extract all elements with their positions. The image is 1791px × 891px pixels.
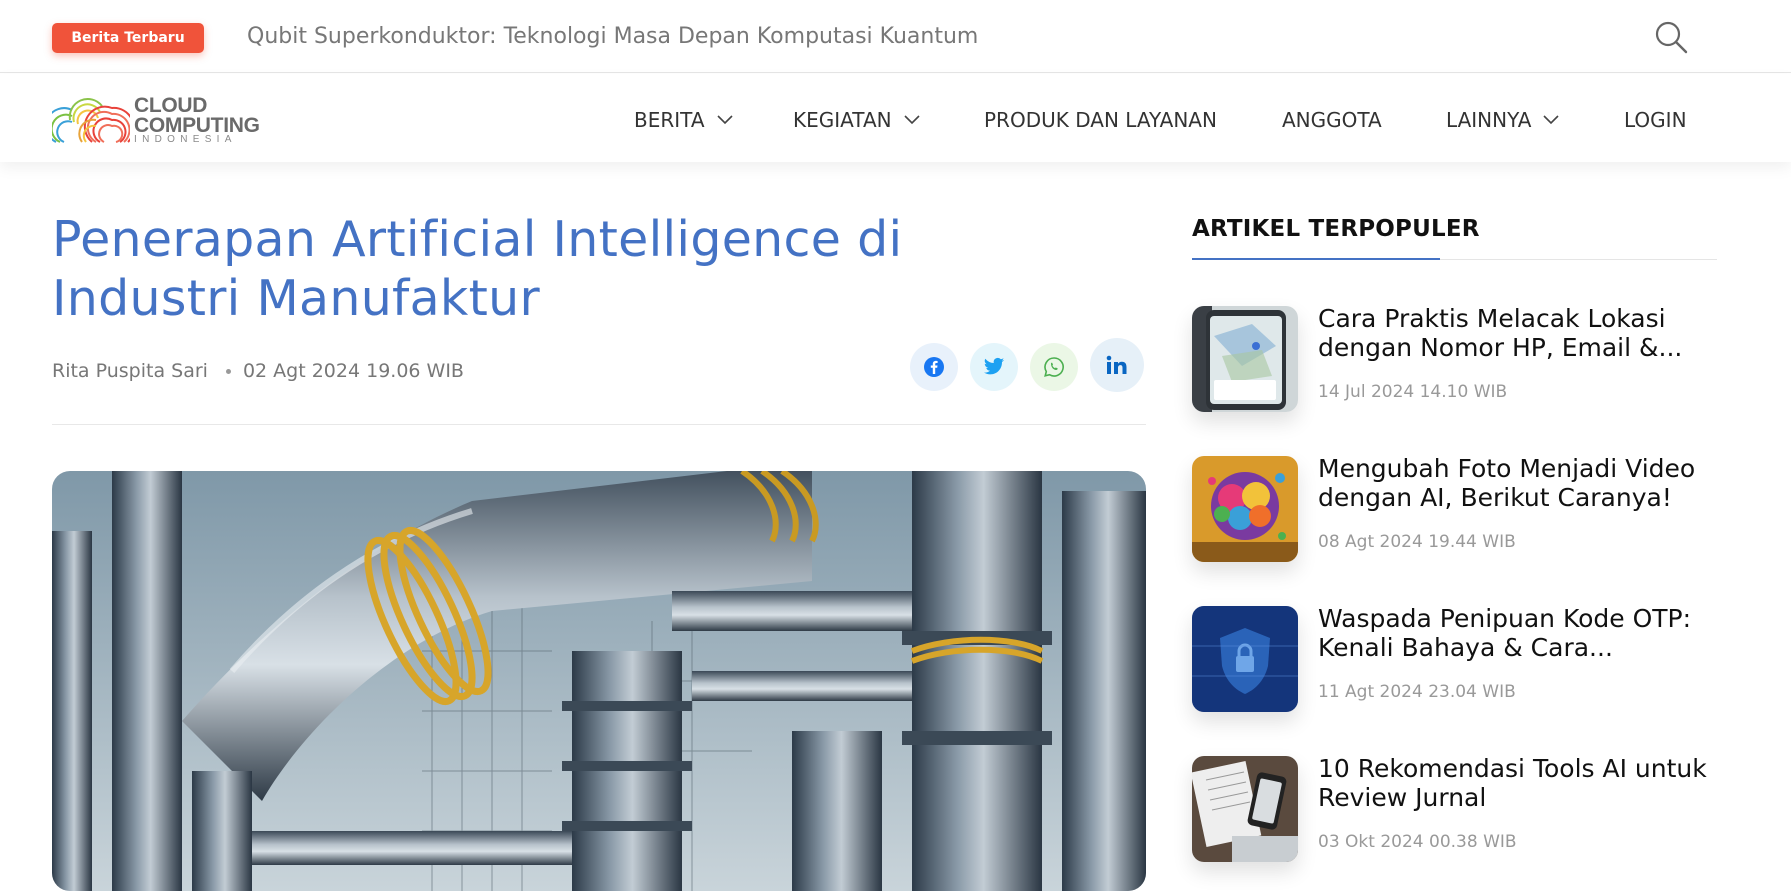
popular-article-title[interactable]: Waspada Penipuan Kode OTP: Kenali Bahaya… (1318, 604, 1718, 662)
latest-news-badge[interactable]: Berita Terbaru (52, 23, 204, 53)
share-whatsapp-button[interactable] (1030, 343, 1078, 391)
nav-label: ANGGOTA (1282, 108, 1382, 132)
article-thumbnail[interactable] (1192, 456, 1298, 562)
nav-label: PRODUK DAN LAYANAN (984, 108, 1217, 132)
nav-item-kegiatan[interactable]: KEGIATAN (793, 108, 920, 132)
popular-article-title[interactable]: Mengubah Foto Menjadi Video dengan AI, B… (1318, 454, 1718, 512)
popular-article-date: 14 Jul 2024 14.10 WIB (1318, 382, 1508, 402)
nav-item-login[interactable]: LOGIN (1624, 108, 1687, 132)
popular-article-title[interactable]: Cara Praktis Melacak Lokasi dengan Nomor… (1318, 304, 1718, 362)
article-thumbnail[interactable] (1192, 606, 1298, 712)
main-navbar: CLOUD COMPUTING INDONESIA BERITA KEGIATA… (0, 74, 1791, 162)
article-meta: Rita Puspita Sari 02 Agt 2024 19.06 WIB (52, 358, 464, 384)
meta-separator (225, 369, 231, 374)
logo-text: CLOUD COMPUTING (134, 94, 260, 137)
news-ticker[interactable]: Qubit Superkonduktor: Teknologi Masa Dep… (247, 22, 978, 52)
industrial-pipes-illustration (52, 471, 1146, 891)
desk-papers-thumbnail (1192, 756, 1298, 862)
search-icon[interactable] (1654, 20, 1688, 54)
article-title: Penerapan Artificial Intelligence di Ind… (52, 211, 903, 327)
linkedin-icon (1106, 355, 1127, 374)
nav-item-lainnya[interactable]: LAINNYA (1446, 108, 1560, 132)
security-shield-thumbnail (1192, 606, 1298, 712)
colorful-brain-thumbnail (1192, 456, 1298, 562)
nav-label: BERITA (634, 108, 705, 132)
top-bar: Berita Terbaru Qubit Superkonduktor: Tek… (0, 0, 1791, 73)
nav-label: LOGIN (1624, 108, 1687, 132)
article-hero-image (52, 471, 1146, 891)
article-thumbnail[interactable] (1192, 306, 1298, 412)
site-logo[interactable]: CLOUD COMPUTING INDONESIA (52, 90, 262, 146)
popular-article-item[interactable]: 10 Rekomendasi Tools AI untuk Review Jur… (1192, 754, 1722, 862)
twitter-icon (983, 357, 1005, 375)
article-date: 02 Agt 2024 19.06 WIB (242, 360, 464, 382)
share-linkedin-button[interactable] (1090, 338, 1144, 392)
nav-item-anggota[interactable]: ANGGOTA (1282, 108, 1382, 132)
cloud-logo-icon (52, 98, 130, 143)
share-twitter-button[interactable] (970, 343, 1018, 391)
popular-articles-heading: ARTIKEL TERPOPULER (1192, 216, 1480, 242)
chevron-down-icon (904, 115, 920, 125)
logo-subtext: INDONESIA (134, 134, 237, 145)
phone-map-thumbnail (1192, 306, 1298, 412)
nav-label: KEGIATAN (793, 108, 892, 132)
logo-line-1: CLOUD (134, 94, 208, 117)
heading-underline-accent (1192, 258, 1440, 260)
nav-item-berita[interactable]: BERITA (634, 108, 733, 132)
share-facebook-button[interactable] (910, 343, 958, 391)
chevron-down-icon (1543, 115, 1560, 125)
popular-article-date: 08 Agt 2024 19.44 WIB (1318, 532, 1516, 552)
logo-line-2: COMPUTING (134, 114, 260, 137)
popular-article-title[interactable]: 10 Rekomendasi Tools AI untuk Review Jur… (1318, 754, 1718, 812)
article-thumbnail[interactable] (1192, 756, 1298, 862)
article-author[interactable]: Rita Puspita Sari (52, 360, 208, 382)
popular-article-item[interactable]: Cara Praktis Melacak Lokasi dengan Nomor… (1192, 304, 1722, 412)
popular-article-item[interactable]: Waspada Penipuan Kode OTP: Kenali Bahaya… (1192, 604, 1722, 712)
nav-label: LAINNYA (1446, 108, 1532, 132)
chevron-down-icon (716, 115, 733, 125)
facebook-icon (924, 357, 944, 377)
popular-article-date: 03 Okt 2024 00.38 WIB (1318, 832, 1517, 852)
popular-article-date: 11 Agt 2024 23.04 WIB (1318, 682, 1516, 702)
whatsapp-icon (1044, 357, 1064, 377)
nav-item-produk-dan-layanan[interactable]: PRODUK DAN LAYANAN (984, 108, 1217, 132)
popular-article-item[interactable]: Mengubah Foto Menjadi Video dengan AI, B… (1192, 454, 1722, 562)
meta-divider (52, 424, 1146, 425)
